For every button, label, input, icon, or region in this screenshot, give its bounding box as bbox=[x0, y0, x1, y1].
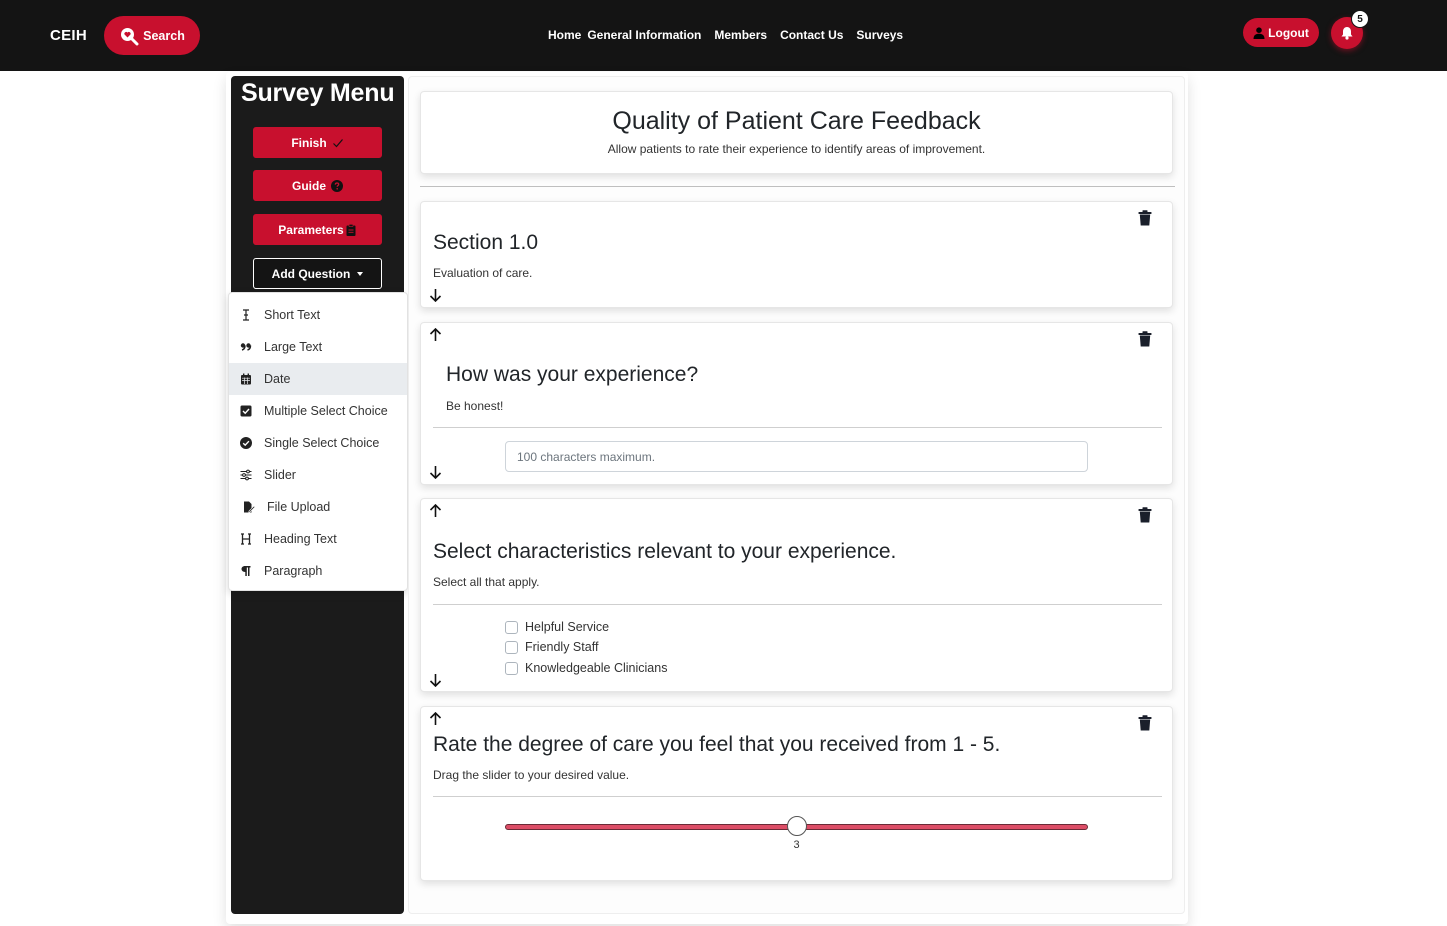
question-description[interactable]: Be honest! bbox=[446, 399, 503, 413]
menu-item-paragraph[interactable]: Paragraph bbox=[229, 555, 407, 587]
logout-button[interactable]: Logout bbox=[1243, 18, 1319, 47]
finish-button[interactable]: Finish bbox=[253, 127, 382, 158]
nav-link-general-information[interactable]: General Information bbox=[587, 28, 701, 42]
survey-title[interactable]: Quality of Patient Care Feedback bbox=[421, 107, 1172, 136]
trash-icon[interactable] bbox=[1138, 210, 1152, 226]
divider bbox=[433, 427, 1162, 428]
survey-header-card: Quality of Patient Care Feedback Allow p… bbox=[420, 91, 1173, 174]
arrow-up-icon[interactable] bbox=[429, 328, 442, 342]
add-question-dropdown-button[interactable]: Add Question bbox=[253, 258, 382, 289]
question-title[interactable]: How was your experience? bbox=[446, 363, 698, 387]
file-pen-icon bbox=[234, 501, 264, 513]
trash-icon[interactable] bbox=[1138, 331, 1152, 347]
question-card-short-text: How was your experience? Be honest! bbox=[420, 322, 1173, 485]
checkmark-icon bbox=[332, 138, 343, 147]
question-card-multiple-select: Select characteristics relevant to your … bbox=[420, 498, 1173, 692]
add-question-menu: Short Text Large Text Date Multiple Sele… bbox=[228, 292, 408, 591]
section-card: Section 1.0 Evaluation of care. bbox=[420, 201, 1173, 308]
menu-item-label: Short Text bbox=[264, 308, 321, 322]
sidebar-title: Survey Menu bbox=[241, 79, 395, 107]
checkbox[interactable] bbox=[505, 620, 518, 634]
menu-item-label: Large Text bbox=[264, 340, 323, 354]
search-button[interactable]: Search bbox=[104, 16, 200, 55]
menu-item-short-text[interactable]: Short Text bbox=[229, 299, 407, 331]
menu-item-label: Paragraph bbox=[264, 564, 323, 578]
caret-down-icon bbox=[357, 271, 364, 276]
trash-icon[interactable] bbox=[1138, 715, 1152, 731]
arrow-down-icon[interactable] bbox=[429, 673, 442, 687]
arrow-down-icon[interactable] bbox=[429, 465, 442, 479]
menu-item-label: Date bbox=[264, 372, 291, 386]
menu-item-multiple-select-choice[interactable]: Multiple Select Choice bbox=[229, 395, 407, 427]
short-text-answer-input[interactable] bbox=[505, 441, 1088, 472]
survey-editor-panel: Quality of Patient Care Feedback Allow p… bbox=[408, 76, 1185, 914]
question-title[interactable]: Rate the degree of care you feel that yo… bbox=[433, 733, 1000, 757]
add-question-label: Add Question bbox=[271, 266, 351, 281]
nav-link-home[interactable]: Home bbox=[548, 28, 581, 42]
survey-description[interactable]: Allow patients to rate their experience … bbox=[421, 142, 1172, 156]
calendar-icon bbox=[231, 373, 261, 385]
user-icon bbox=[1253, 26, 1265, 39]
paragraph-icon bbox=[231, 565, 261, 577]
quote-icon bbox=[231, 341, 261, 353]
arrow-up-icon[interactable] bbox=[429, 712, 442, 726]
guide-button[interactable]: Guide bbox=[253, 170, 382, 201]
divider bbox=[420, 186, 1175, 187]
search-button-label: Search bbox=[143, 28, 185, 43]
menu-item-heading-text[interactable]: Heading Text bbox=[229, 523, 407, 555]
rating-slider-thumb[interactable] bbox=[786, 816, 807, 836]
nav-link-members[interactable]: Members bbox=[714, 28, 767, 42]
menu-item-slider[interactable]: Slider bbox=[229, 459, 407, 491]
checkbox-option-label: Helpful Service bbox=[525, 620, 610, 634]
divider bbox=[433, 604, 1162, 605]
checkbox-option[interactable]: Helpful Service bbox=[505, 620, 609, 634]
finish-label: Finish bbox=[291, 135, 327, 150]
menu-item-label: Heading Text bbox=[264, 532, 337, 546]
question-title[interactable]: Select characteristics relevant to your … bbox=[433, 540, 896, 564]
notification-count-badge: 5 bbox=[1351, 10, 1369, 28]
checkbox[interactable] bbox=[505, 661, 518, 675]
menu-item-large-text[interactable]: Large Text bbox=[229, 331, 407, 363]
trash-icon[interactable] bbox=[1138, 507, 1152, 523]
parameters-label: Parameters bbox=[278, 222, 344, 237]
menu-item-single-select-choice[interactable]: Single Select Choice bbox=[229, 427, 407, 459]
main-nav: Home General Information Members Contact… bbox=[548, 28, 903, 42]
search-icon bbox=[121, 27, 139, 45]
logout-label: Logout bbox=[1268, 25, 1309, 40]
brand-logo[interactable]: CEIH bbox=[50, 27, 87, 44]
bell-icon bbox=[1341, 27, 1353, 40]
heading-icon bbox=[231, 533, 261, 545]
section-description[interactable]: Evaluation of care. bbox=[433, 266, 532, 280]
question-description[interactable]: Select all that apply. bbox=[433, 575, 540, 589]
section-title[interactable]: Section 1.0 bbox=[433, 231, 538, 255]
sliders-icon bbox=[231, 469, 261, 481]
text-cursor-icon bbox=[231, 309, 261, 321]
nav-link-contact-us[interactable]: Contact Us bbox=[780, 28, 843, 42]
divider bbox=[433, 796, 1162, 797]
menu-item-file-upload[interactable]: File Upload bbox=[229, 491, 407, 523]
menu-item-label: Single Select Choice bbox=[264, 436, 380, 450]
circle-check-icon bbox=[231, 437, 261, 449]
menu-item-label: File Upload bbox=[267, 500, 331, 514]
arrow-down-icon[interactable] bbox=[429, 288, 442, 302]
checkbox-option[interactable]: Knowledgeable Clinicians bbox=[505, 661, 667, 675]
slider-value-label: 3 bbox=[793, 839, 800, 851]
checkbox-option-label: Knowledgeable Clinicians bbox=[525, 661, 668, 675]
menu-item-date[interactable]: Date bbox=[229, 363, 407, 395]
top-navbar: CEIH Search Home General Information Mem… bbox=[0, 0, 1447, 71]
checkbox-icon bbox=[231, 405, 261, 417]
nav-link-surveys[interactable]: Surveys bbox=[856, 28, 903, 42]
checkbox-option-label: Friendly Staff bbox=[525, 640, 599, 654]
menu-item-label: Slider bbox=[264, 468, 296, 482]
checkbox-option[interactable]: Friendly Staff bbox=[505, 640, 598, 654]
question-description[interactable]: Drag the slider to your desired value. bbox=[433, 768, 629, 782]
menu-item-label: Multiple Select Choice bbox=[264, 404, 388, 418]
clipboard-icon bbox=[346, 223, 356, 236]
guide-label: Guide bbox=[291, 178, 326, 193]
arrow-up-icon[interactable] bbox=[429, 504, 442, 518]
question-card-slider: Rate the degree of care you feel that yo… bbox=[420, 706, 1173, 881]
question-circle-icon bbox=[331, 179, 343, 192]
parameters-button[interactable]: Parameters bbox=[253, 214, 382, 245]
checkbox[interactable] bbox=[505, 640, 518, 654]
